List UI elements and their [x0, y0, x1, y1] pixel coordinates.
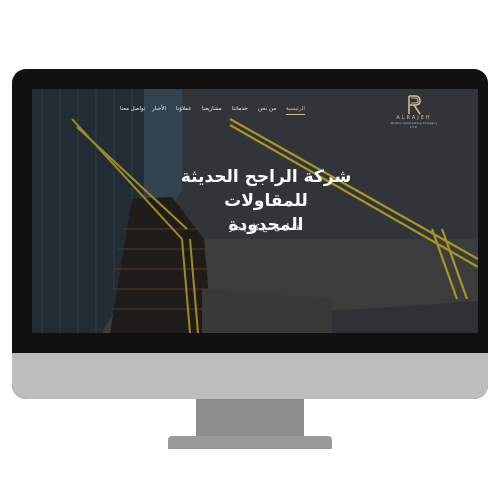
logo-suffix: LTD — [410, 126, 418, 129]
monitor-stand-neck — [196, 399, 304, 441]
nav-item-home[interactable]: الرئيسية — [286, 106, 305, 115]
logo-tagline: Modern Contracting Company — [390, 122, 438, 125]
nav-item-clients[interactable]: عملاؤنا — [176, 106, 192, 112]
nav-item-contact[interactable]: تواصل معنا — [120, 106, 145, 112]
top-navigation: تواصل معنا الأخبار عملاؤنا مشاريعنا خدما… — [32, 89, 478, 135]
logo-monogram-icon — [408, 95, 421, 115]
nav-item-projects[interactable]: مشاريعنا — [202, 106, 222, 112]
company-logo[interactable]: ALRAJEH Modern Contracting Company LTD — [387, 95, 441, 133]
website-screen: تواصل معنا الأخبار عملاؤنا مشاريعنا خدما… — [32, 89, 478, 333]
monitor-stand-base — [168, 436, 332, 449]
hero-subtitle: ثقة تُبنى مع كل إنجاز — [229, 223, 303, 233]
nav-item-about[interactable]: من نحن — [258, 106, 276, 112]
monitor-chin — [12, 353, 488, 399]
hero-title-line-1: شركة الراجح الحديثة للمقاولات — [180, 167, 352, 211]
monitor-frame: تواصل معنا الأخبار عملاؤنا مشاريعنا خدما… — [12, 69, 488, 399]
nav-item-news[interactable]: الأخبار — [152, 106, 166, 112]
logo-brand-text: ALRAJEH — [396, 115, 432, 121]
nav-item-services[interactable]: خدماتنا — [232, 106, 248, 112]
